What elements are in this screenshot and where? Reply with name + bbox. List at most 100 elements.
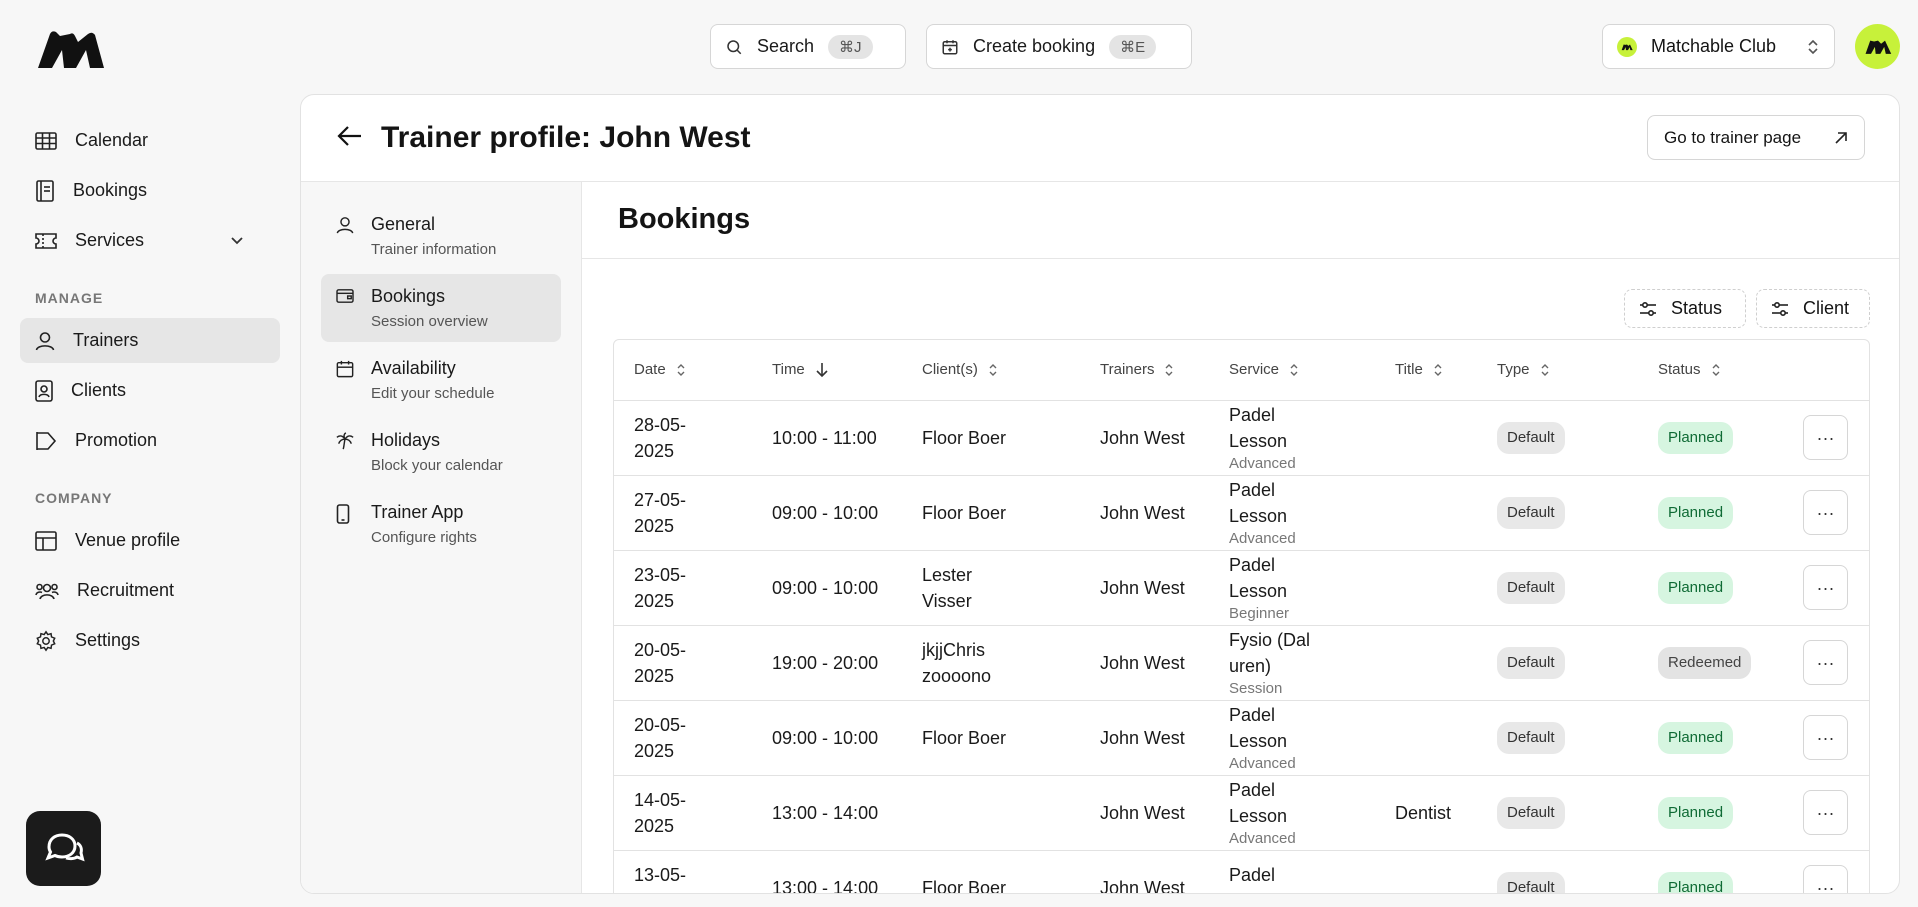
card-header: Trainer profile: John West Go to trainer… (301, 95, 1899, 182)
table-row[interactable]: 27-05-2025 09:00 - 10:00 Floor Boer John We… (614, 475, 1869, 551)
cell-actions: ··· (1783, 550, 1869, 626)
matchable-logo[interactable] (34, 28, 106, 70)
col-header-clients[interactable]: Client(s) (902, 340, 1080, 401)
cell-trainer: John West (1080, 625, 1209, 701)
sort-updown-icon (1434, 364, 1442, 377)
subnav-item-general[interactable]: General Trainer information (321, 202, 561, 270)
type-badge: Default (1497, 871, 1565, 893)
subnav-item-trainer-app[interactable]: Trainer App Configure rights (321, 490, 561, 558)
nav-item-trainers[interactable]: Trainers (20, 318, 280, 363)
service-subtitle: Beginner (1229, 604, 1290, 622)
nav-item-clients[interactable]: Clients (20, 368, 280, 413)
cell-trainer: John West (1080, 475, 1209, 551)
table-row[interactable]: 20-05-2025 09:00 - 10:00 Floor Boer John We… (614, 700, 1869, 776)
subnav-desc: Configure rights (371, 529, 477, 546)
cell-client: Floor Boer (902, 475, 1080, 551)
table-row[interactable]: 13-05-202513:00 - 14:00Floor BoerJohn We… (614, 850, 1869, 894)
cell-status: Planned (1638, 550, 1783, 626)
client-filter-button[interactable]: Client (1756, 289, 1870, 328)
subnav-item-bookings[interactable]: Bookings Session overview (321, 274, 561, 342)
nav-item-calendar[interactable]: Calendar (20, 118, 280, 163)
club-selector[interactable]: Matchable Club (1602, 24, 1835, 69)
row-more-button[interactable]: ··· (1803, 865, 1848, 894)
go-to-trainer-page-button[interactable]: Go to trainer page (1647, 115, 1865, 160)
cell-title (1375, 475, 1477, 551)
subnav-item-availability[interactable]: Availability Edit your schedule (321, 346, 561, 414)
table-row[interactable]: 14-05-2025 13:00 - 14:00 John West Padel Le… (614, 775, 1869, 851)
search-button[interactable]: Search ⌘J (710, 24, 906, 69)
col-header-title[interactable]: Title (1375, 340, 1477, 401)
cell-type: Default (1477, 400, 1638, 476)
col-header-date[interactable]: Date (614, 340, 752, 401)
table-row[interactable]: 20-05-2025 19:00 - 20:00 jkjjChris zoooono… (614, 625, 1869, 701)
col-header-time[interactable]: Time (752, 340, 902, 401)
cell-trainer: John West (1080, 850, 1209, 893)
sort-updown-icon (1165, 364, 1173, 377)
subnav-item-holidays[interactable]: Holidays Block your calendar (321, 418, 561, 486)
row-more-button[interactable]: ··· (1803, 565, 1848, 610)
sort-updown-icon (989, 364, 997, 377)
go-to-trainer-page-label: Go to trainer page (1664, 127, 1802, 147)
service-subtitle: Advanced (1229, 754, 1296, 772)
cell-type: Default (1477, 775, 1638, 851)
layout-icon (35, 530, 57, 551)
service-subtitle: Session (1229, 679, 1283, 697)
create-booking-shortcut: ⌘E (1109, 34, 1157, 59)
club-name: Matchable Club (1651, 36, 1777, 56)
sort-updown-icon (1541, 364, 1549, 377)
nav-label: Services (75, 230, 145, 250)
flag-tag-icon (36, 431, 57, 450)
row-more-button[interactable]: ··· (1803, 490, 1848, 535)
chat-support-button[interactable] (26, 811, 101, 886)
more-dots-icon: ··· (1816, 652, 1835, 673)
row-more-button[interactable]: ··· (1803, 715, 1848, 760)
sort-updown-icon (1712, 364, 1720, 377)
nav-item-venue-profile[interactable]: Venue profile (20, 518, 280, 563)
cell-type: Default (1477, 850, 1638, 893)
col-header-service[interactable]: Service (1209, 340, 1375, 401)
sort-updown-icon (1290, 364, 1298, 377)
nav-label: Promotion (75, 430, 158, 450)
table-row[interactable]: 28-05-2025 10:00 - 11:00 Floor Boer John We… (614, 400, 1869, 476)
subnav-label: General (371, 214, 436, 234)
col-header-type[interactable]: Type (1477, 340, 1638, 401)
cell-status: Planned (1638, 475, 1783, 551)
sort-updown-icon (677, 364, 685, 377)
nav-item-bookings[interactable]: Bookings (20, 168, 280, 213)
table-header-row: Date Time Client(s) Trainers Service Tit… (614, 340, 1869, 401)
more-dots-icon: ··· (1816, 877, 1835, 894)
cell-trainer: John West (1080, 700, 1209, 776)
row-more-button[interactable]: ··· (1803, 415, 1848, 460)
chat-bubbles-icon (44, 832, 85, 861)
nav-item-promotion[interactable]: Promotion (20, 418, 280, 463)
cell-trainer: John West (1080, 400, 1209, 476)
col-header-status[interactable]: Status (1638, 340, 1783, 401)
cell-client: jkjjChris zoooono (902, 625, 1080, 701)
search-label: Search (757, 36, 815, 56)
nav-item-settings[interactable]: Settings (20, 618, 280, 663)
chevron-down-icon[interactable] (230, 236, 244, 246)
type-badge: Default (1497, 721, 1565, 754)
col-header-actions (1783, 340, 1869, 401)
cell-type: Default (1477, 625, 1638, 701)
nav-label: Bookings (73, 180, 148, 200)
arrow-left-icon[interactable] (337, 125, 363, 147)
cell-actions: ··· (1783, 700, 1869, 776)
table-row[interactable]: 23-05-2025 09:00 - 10:00 Lester Visser John… (614, 550, 1869, 626)
bookings-table: Date Time Client(s) Trainers Service Tit… (613, 339, 1870, 894)
user-avatar[interactable] (1855, 24, 1900, 69)
cell-client: Floor Boer (902, 400, 1080, 476)
nav-label: Clients (71, 380, 127, 400)
wallet-icon (336, 289, 354, 303)
ticket-icon (35, 232, 57, 249)
cell-date: 20-05-2025 (614, 625, 752, 701)
cell-time: 13:00 - 14:00 (752, 775, 902, 851)
nav-item-recruitment[interactable]: Recruitment (20, 568, 280, 613)
nav-item-services[interactable]: Services (20, 218, 280, 263)
users-icon (35, 583, 59, 599)
col-header-trainers[interactable]: Trainers (1080, 340, 1209, 401)
create-booking-button[interactable]: Create booking ⌘E (926, 24, 1192, 69)
row-more-button[interactable]: ··· (1803, 640, 1848, 685)
status-filter-button[interactable]: Status (1624, 289, 1746, 328)
row-more-button[interactable]: ··· (1803, 790, 1848, 835)
